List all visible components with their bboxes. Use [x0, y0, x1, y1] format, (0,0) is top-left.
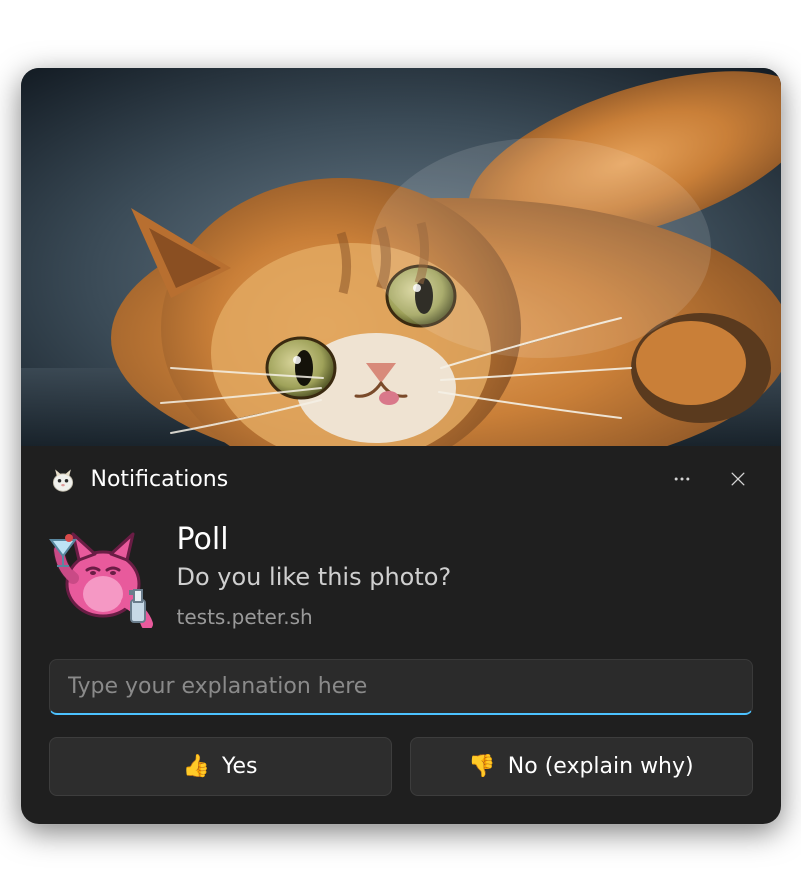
thumbs-up-icon: 👍	[183, 756, 210, 778]
notification-avatar	[49, 520, 157, 628]
action-buttons: 👍 Yes 👎 No (explain why)	[21, 715, 781, 824]
notification-card: Notifications	[21, 68, 781, 824]
more-button[interactable]	[667, 464, 697, 494]
close-icon	[728, 469, 748, 489]
notification-source: tests.peter.sh	[177, 605, 452, 629]
more-horizontal-icon	[672, 469, 692, 489]
app-icon	[49, 465, 77, 493]
notification-title: Poll	[177, 522, 452, 557]
input-row	[21, 647, 781, 715]
thumbs-down-icon: 👎	[468, 756, 495, 778]
header-actions	[667, 464, 753, 494]
close-button[interactable]	[723, 464, 753, 494]
hero-image-cat	[21, 68, 781, 446]
explanation-input[interactable]	[49, 659, 753, 715]
no-button[interactable]: 👎 No (explain why)	[410, 737, 753, 796]
yes-button[interactable]: 👍 Yes	[49, 737, 392, 796]
app-label: Notifications	[91, 467, 653, 492]
notification-content: Poll Do you like this photo? tests.peter…	[21, 502, 781, 647]
yes-button-label: Yes	[222, 754, 258, 779]
no-button-label: No (explain why)	[508, 754, 694, 779]
notification-text: Poll Do you like this photo? tests.peter…	[177, 520, 452, 629]
notification-body: Do you like this photo?	[177, 563, 452, 591]
notification-header: Notifications	[21, 446, 781, 502]
